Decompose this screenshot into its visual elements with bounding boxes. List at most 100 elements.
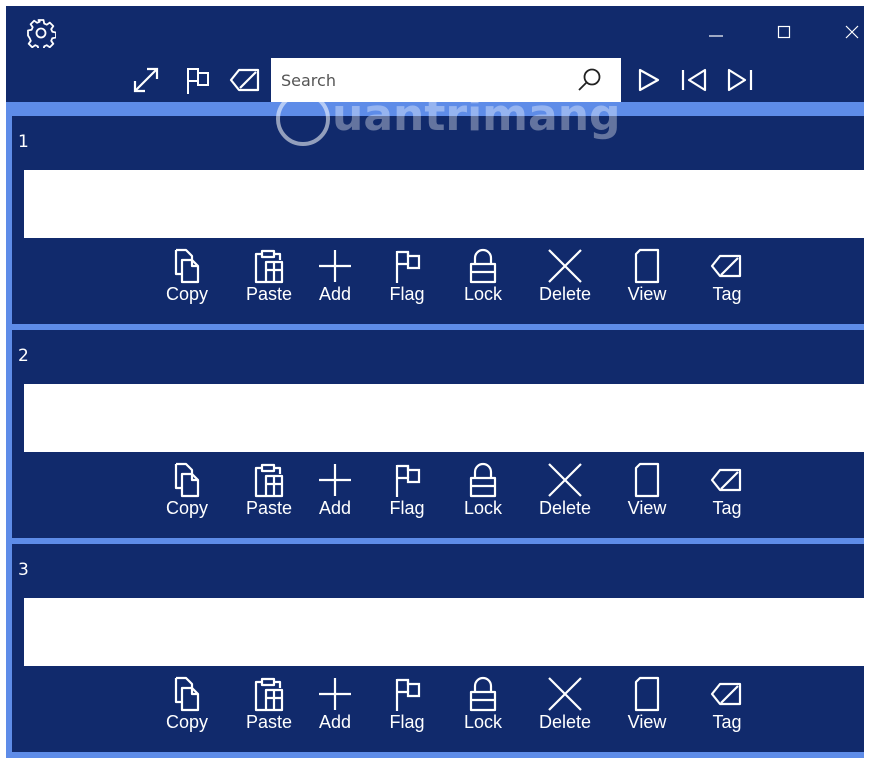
tag-icon	[692, 676, 762, 712]
search-input[interactable]	[281, 58, 571, 102]
action-label: View	[627, 284, 667, 304]
flag-button[interactable]: Flag	[372, 672, 442, 744]
panel-number: 2	[18, 346, 29, 366]
maximize-icon	[777, 25, 791, 39]
action-label: Copy	[165, 284, 209, 304]
note-panel: 2 Copy Paste Add Flag Lock Delete View Tag	[12, 330, 864, 538]
action-label: Paste	[245, 498, 293, 518]
paste-button[interactable]: Paste	[234, 672, 304, 744]
action-label: Paste	[245, 284, 293, 304]
action-label: Copy	[165, 712, 209, 732]
app-window: 1 Copy Paste Add Flag Lock Delete View Tag 2 Copy P…	[6, 6, 864, 758]
action-label: Lock	[463, 498, 503, 518]
flag-button[interactable]: Flag	[372, 244, 442, 316]
action-label: Delete	[538, 498, 592, 518]
content-area: 1 Copy Paste Add Flag Lock Delete View Tag 2 Copy P…	[6, 102, 864, 758]
close-button[interactable]	[830, 16, 864, 48]
action-label: Delete	[538, 284, 592, 304]
expand-icon[interactable]	[130, 64, 162, 96]
tag-icon[interactable]	[228, 64, 260, 96]
lock-icon	[448, 248, 518, 284]
paste-icon	[234, 248, 304, 284]
panel-number: 3	[18, 560, 29, 580]
paste-icon	[234, 462, 304, 498]
lock-icon	[448, 462, 518, 498]
action-label: Flag	[389, 284, 425, 304]
gear-icon[interactable]	[26, 18, 57, 51]
note-text-field[interactable]	[24, 170, 864, 238]
action-label: View	[627, 498, 667, 518]
flag-button[interactable]: Flag	[372, 458, 442, 530]
minimize-button[interactable]	[694, 16, 738, 48]
copy-button[interactable]: Copy	[152, 458, 222, 530]
action-label: Flag	[389, 712, 425, 732]
action-label: Add	[318, 284, 352, 304]
view-button[interactable]: View	[612, 672, 682, 744]
flag-icon	[372, 676, 442, 712]
view-button[interactable]: View	[612, 458, 682, 530]
search-box[interactable]	[271, 58, 621, 102]
action-label: Delete	[538, 712, 592, 732]
lock-button[interactable]: Lock	[448, 244, 518, 316]
close-icon	[530, 676, 600, 712]
action-label: Lock	[463, 284, 503, 304]
paste-icon	[234, 676, 304, 712]
view-icon	[612, 462, 682, 498]
note-panel: 3 Copy Paste Add Flag Lock Delete View Tag	[12, 544, 864, 752]
action-label: Tag	[712, 284, 742, 304]
view-icon	[612, 676, 682, 712]
delete-button[interactable]: Delete	[530, 244, 600, 316]
search-icon[interactable]	[576, 66, 604, 94]
add-button[interactable]: Add	[300, 458, 370, 530]
copy-icon	[152, 248, 222, 284]
maximize-button[interactable]	[762, 16, 806, 48]
plus-icon	[300, 462, 370, 498]
action-label: Copy	[165, 498, 209, 518]
flag-icon	[372, 248, 442, 284]
view-button[interactable]: View	[612, 244, 682, 316]
tag-icon	[692, 248, 762, 284]
skip-first-icon[interactable]	[678, 64, 710, 96]
action-label: Tag	[712, 498, 742, 518]
lock-button[interactable]: Lock	[448, 672, 518, 744]
add-button[interactable]: Add	[300, 672, 370, 744]
note-text-field[interactable]	[24, 598, 864, 666]
add-button[interactable]: Add	[300, 244, 370, 316]
delete-button[interactable]: Delete	[530, 672, 600, 744]
lock-icon	[448, 676, 518, 712]
copy-icon	[152, 462, 222, 498]
action-label: View	[627, 712, 667, 732]
close-icon	[845, 25, 859, 39]
lock-button[interactable]: Lock	[448, 458, 518, 530]
flag-icon	[372, 462, 442, 498]
flag-icon[interactable]	[182, 64, 214, 96]
action-label: Add	[318, 712, 352, 732]
action-label: Lock	[463, 712, 503, 732]
tag-icon	[692, 462, 762, 498]
action-label: Add	[318, 498, 352, 518]
view-icon	[612, 248, 682, 284]
paste-button[interactable]: Paste	[234, 458, 304, 530]
action-label: Tag	[712, 712, 742, 732]
panel-number: 1	[18, 132, 29, 152]
tag-button[interactable]: Tag	[692, 244, 762, 316]
plus-icon	[300, 248, 370, 284]
note-panel: 1 Copy Paste Add Flag Lock Delete View Tag	[12, 116, 864, 324]
minimize-icon	[709, 35, 723, 37]
note-text-field[interactable]	[24, 384, 864, 452]
delete-button[interactable]: Delete	[530, 458, 600, 530]
close-icon	[530, 462, 600, 498]
paste-button[interactable]: Paste	[234, 244, 304, 316]
copy-icon	[152, 676, 222, 712]
close-icon	[530, 248, 600, 284]
plus-icon	[300, 676, 370, 712]
action-label: Paste	[245, 712, 293, 732]
play-icon[interactable]	[632, 64, 664, 96]
action-label: Flag	[389, 498, 425, 518]
tag-button[interactable]: Tag	[692, 672, 762, 744]
copy-button[interactable]: Copy	[152, 244, 222, 316]
skip-last-icon[interactable]	[724, 64, 756, 96]
copy-button[interactable]: Copy	[152, 672, 222, 744]
title-bar	[6, 6, 864, 58]
tag-button[interactable]: Tag	[692, 458, 762, 530]
